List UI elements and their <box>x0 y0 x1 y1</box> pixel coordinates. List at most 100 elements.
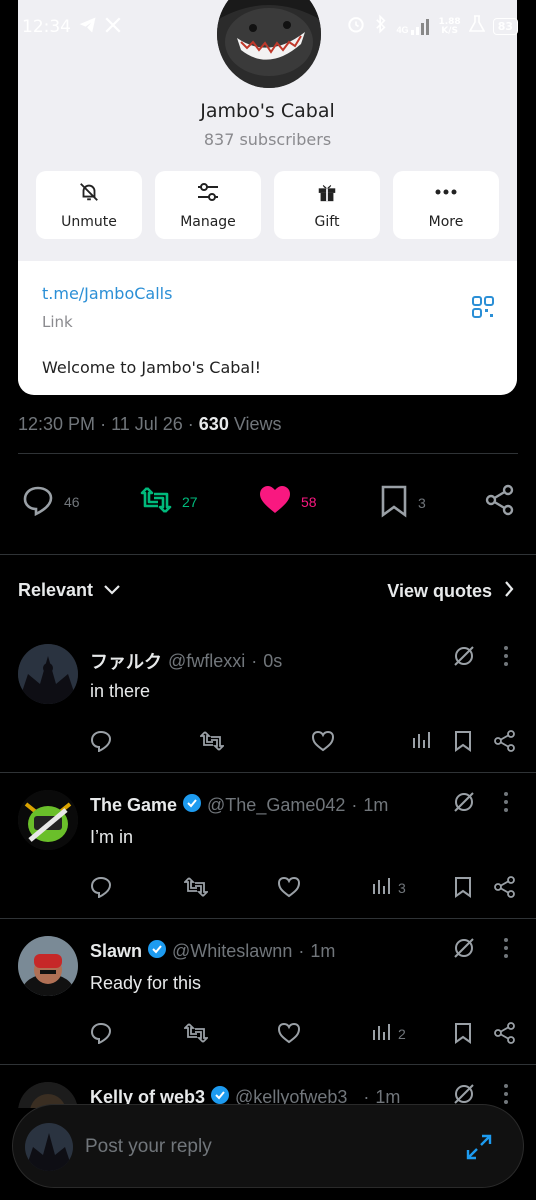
signal-icon: 4G <box>396 18 430 35</box>
chevron-right-icon <box>504 580 514 603</box>
views-button[interactable] <box>412 730 438 753</box>
share-button[interactable] <box>494 876 516 901</box>
divider <box>0 1064 536 1065</box>
unmute-button[interactable]: Unmute <box>36 171 142 239</box>
bookmark-icon <box>454 1022 472 1047</box>
channel-name: Jambo's Cabal <box>200 100 335 122</box>
grok-icon[interactable] <box>452 936 476 965</box>
more-options-icon[interactable] <box>496 936 516 965</box>
meta-separator: · <box>100 414 112 434</box>
meta-separator: · <box>187 414 199 434</box>
bookmark-icon <box>454 730 472 755</box>
view-quotes-link[interactable]: View quotes <box>387 580 514 603</box>
like-button[interactable]: 58 <box>259 484 317 519</box>
share-button[interactable] <box>494 730 516 755</box>
avatar[interactable] <box>18 790 78 850</box>
avatar[interactable] <box>18 644 78 704</box>
bookmark-icon <box>454 876 472 901</box>
reply-item[interactable]: The Game @The_Game042 · 1m I’m in 3 <box>0 776 536 922</box>
repost-button[interactable] <box>198 730 226 755</box>
view-count: 3 <box>398 879 406 896</box>
reply-icon <box>90 876 112 901</box>
expand-icon[interactable] <box>465 1133 493 1166</box>
bookmark-button[interactable] <box>454 876 472 901</box>
display-name[interactable]: The Game <box>90 795 177 816</box>
telegram-icon <box>78 15 98 40</box>
reply-item[interactable]: ファルク @fwflexxi · 0s in there <box>0 630 536 776</box>
manage-button[interactable]: Manage <box>155 171 261 239</box>
display-name[interactable]: ファルク <box>90 648 162 674</box>
grok-icon[interactable] <box>452 644 476 673</box>
reply-composer[interactable]: Post your reply <box>12 1104 524 1188</box>
network-type: 4G <box>396 24 409 35</box>
user-handle[interactable]: @The_Game042 <box>207 795 345 816</box>
more-button[interactable]: More <box>393 171 499 239</box>
bookmark-button[interactable]: 3 <box>380 484 426 521</box>
share-icon <box>484 484 516 519</box>
bookmark-button[interactable] <box>454 730 472 755</box>
gift-button[interactable]: Gift <box>274 171 380 239</box>
avatar[interactable] <box>18 936 78 996</box>
chevron-down-icon <box>103 580 121 601</box>
user-handle[interactable]: @fwflexxi <box>168 651 245 672</box>
repost-button[interactable] <box>182 1022 210 1047</box>
channel-card[interactable]: Jambo's Cabal 837 subscribers Unmute Man… <box>18 0 517 395</box>
channel-link[interactable]: t.me/JamboCalls <box>42 284 172 303</box>
repost-button[interactable] <box>182 876 210 901</box>
separator-dot: · <box>251 650 258 671</box>
status-bar: 12:34 4G 1.88 K/S 83 <box>0 0 536 54</box>
reply-button[interactable] <box>90 1022 112 1047</box>
qr-code-icon[interactable] <box>472 296 494 323</box>
divider <box>0 554 536 555</box>
share-icon <box>494 1022 516 1047</box>
like-button[interactable] <box>277 876 301 901</box>
share-button[interactable] <box>494 1022 516 1047</box>
more-options-icon[interactable] <box>496 790 516 819</box>
reply-button[interactable] <box>90 876 112 901</box>
reply-input[interactable]: Post your reply <box>85 1136 212 1158</box>
reply-item[interactable]: Slawn @Whiteslawnn · 1m Ready for this 2 <box>0 922 536 1068</box>
avatar <box>25 1123 73 1171</box>
reply-header: ファルク @fwflexxi · 0s <box>90 648 282 674</box>
reply-text: Ready for this <box>90 973 202 993</box>
sort-dropdown[interactable]: Relevant <box>18 580 121 601</box>
views-label: Views <box>233 414 282 434</box>
display-name[interactable]: Slawn <box>90 941 142 962</box>
share-button[interactable] <box>484 484 516 519</box>
reply-item[interactable]: Kelly of web3 @kellyofweb3_ · 1m <box>0 1068 536 1108</box>
reply-text: I’m in <box>90 827 134 847</box>
reply-icon <box>90 730 112 755</box>
sliders-icon <box>196 181 220 208</box>
reply-button[interactable]: 46 <box>22 484 80 519</box>
heart-icon <box>311 730 335 755</box>
reply-time: 0s <box>263 650 283 671</box>
repost-button[interactable]: 27 <box>140 484 198 519</box>
repost-icon <box>198 730 226 755</box>
more-options-icon[interactable] <box>496 1082 516 1108</box>
views-button[interactable]: 2 <box>372 1022 406 1045</box>
views-button[interactable]: 3 <box>372 876 406 899</box>
heart-icon <box>277 876 301 901</box>
repost-count: 27 <box>182 493 198 510</box>
divider <box>0 772 536 773</box>
like-button[interactable] <box>277 1022 301 1047</box>
like-button[interactable] <box>311 730 335 755</box>
subscriber-count: 837 subscribers <box>203 130 332 149</box>
user-handle[interactable]: @Whiteslawnn <box>172 941 292 962</box>
post-meta: 12:30 PM · 11 Jul 26 · 630 Views <box>18 414 282 435</box>
reply-time: 1m <box>310 941 336 961</box>
reply-time: 1m <box>363 795 389 815</box>
unmute-label: Unmute <box>61 213 117 230</box>
divider <box>0 918 536 919</box>
status-indicators: 4G 1.88 K/S 83 <box>346 14 518 39</box>
bookmark-button[interactable] <box>454 1022 472 1047</box>
reply-button[interactable] <box>90 730 112 755</box>
more-dots-icon <box>434 181 458 208</box>
grok-icon[interactable] <box>452 790 476 819</box>
alarm-icon <box>346 14 366 39</box>
channel-description: Welcome to Jambo's Cabal! <box>42 358 262 377</box>
more-options-icon[interactable] <box>496 644 516 673</box>
post-time: 12:30 PM <box>18 414 96 434</box>
link-label: Link <box>42 313 73 331</box>
reply-count: 46 <box>64 493 80 510</box>
